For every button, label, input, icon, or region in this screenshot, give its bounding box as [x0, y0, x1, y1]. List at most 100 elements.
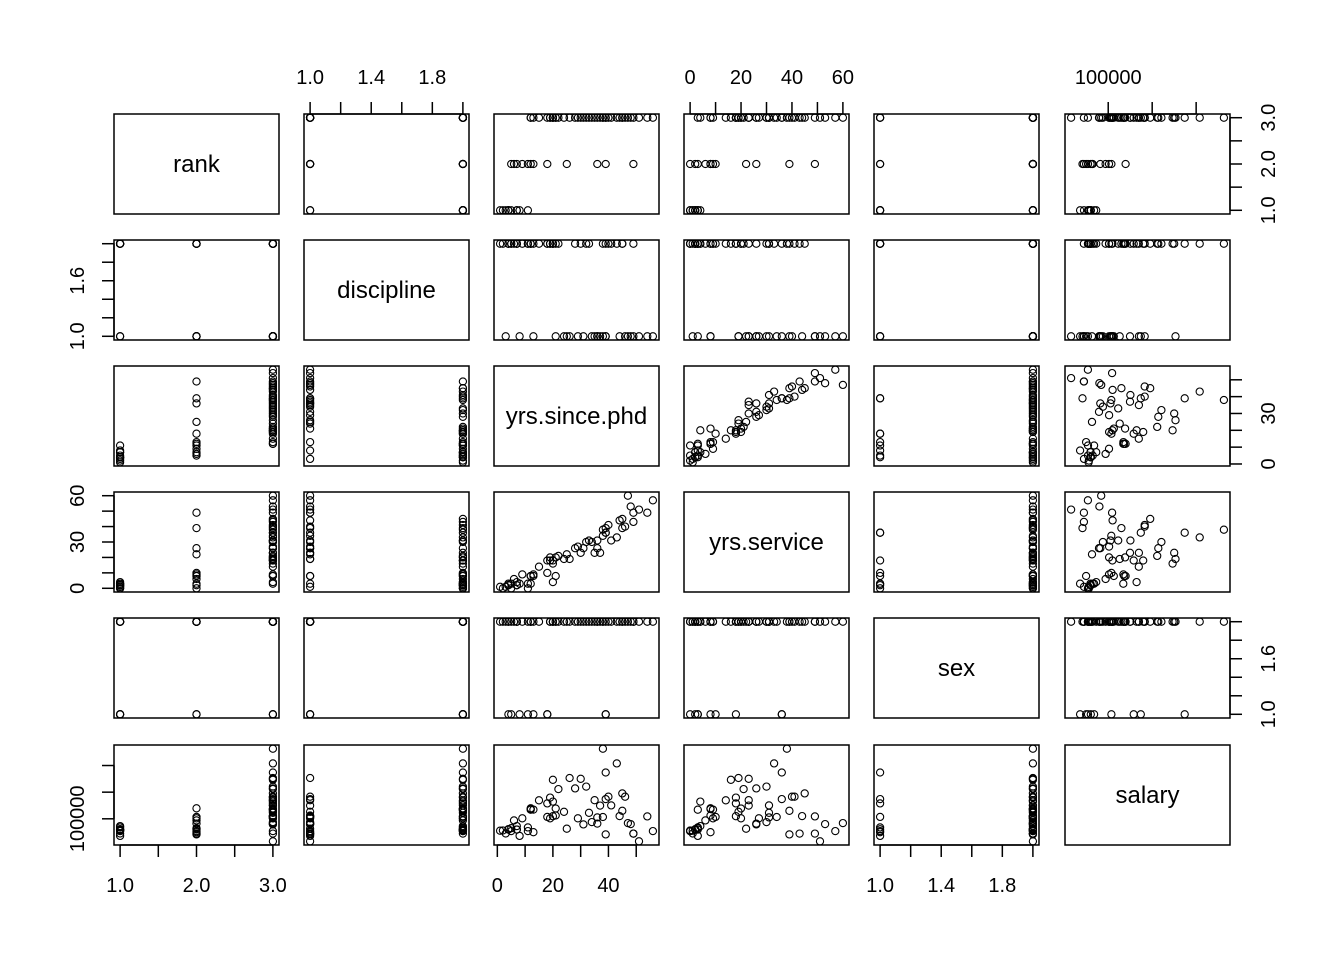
data-point [648, 826, 658, 836]
data-point [115, 239, 125, 248]
panel-border [1064, 365, 1231, 467]
data-point [515, 332, 524, 341]
panel-salary-vs-yrs.since.phd [493, 744, 660, 846]
panel-salary-vs-yrs.service [683, 744, 850, 846]
data-point [1129, 556, 1138, 565]
tick-label: 1.8 [418, 67, 446, 89]
panel-border [303, 113, 470, 215]
data-point [711, 710, 720, 719]
data-point [1066, 617, 1076, 626]
panel-border [303, 617, 470, 719]
panel-yrs.service-vs-discipline [303, 491, 470, 593]
data-point [1096, 159, 1105, 169]
data-point [1107, 368, 1117, 378]
data-point [875, 556, 885, 565]
tick-label: 20 [730, 67, 752, 89]
panel-border [683, 365, 850, 467]
tick-label: 40 [781, 67, 803, 89]
data-point [693, 805, 702, 814]
panel-discipline-vs-salary [1064, 239, 1231, 341]
data-point [192, 710, 201, 719]
data-point [706, 332, 715, 341]
variable-label-yrs.since.phd: yrs.since.phd [506, 403, 647, 430]
data-point [305, 710, 315, 719]
panel-border [303, 491, 470, 593]
data-point [565, 773, 574, 783]
data-point [305, 424, 315, 433]
axis-left-yrs.service: 0 30 60 [67, 485, 115, 594]
data-point [1066, 332, 1076, 341]
data-point [1180, 239, 1189, 248]
data-point [1097, 380, 1106, 390]
tick-label: 1.0 [106, 875, 134, 897]
data-point [305, 571, 315, 581]
data-point [268, 239, 278, 248]
data-point [593, 159, 602, 169]
data-point [810, 332, 820, 341]
data-point [458, 159, 468, 169]
data-point [820, 819, 830, 829]
data-point [721, 113, 730, 122]
tick-label: 1.0 [1258, 700, 1280, 728]
data-point [769, 759, 779, 768]
data-point [800, 789, 809, 798]
data-point [1101, 449, 1110, 459]
panel-border [873, 239, 1040, 341]
data-point [1219, 395, 1229, 405]
data-point [772, 812, 781, 822]
data-point [305, 113, 315, 122]
panel-sex-vs-rank [113, 617, 280, 719]
data-point [192, 239, 201, 248]
data-point [1180, 113, 1189, 122]
data-point [648, 496, 658, 505]
data-point [518, 570, 527, 579]
data-point [1028, 113, 1038, 122]
variable-label-sex: sex [938, 655, 975, 682]
data-point [741, 159, 751, 169]
data-point [1146, 239, 1155, 248]
tick-label: 30 [1258, 402, 1280, 424]
data-point [838, 113, 848, 122]
data-point [573, 814, 583, 823]
tick-label: 1.6 [1258, 645, 1280, 673]
tick-label: 100000 [67, 785, 89, 852]
data-point [810, 368, 820, 378]
data-point [769, 387, 779, 396]
axis-left-discipline: 1.0 1.6 [67, 242, 115, 350]
data-point [629, 159, 638, 169]
axis-bottom-rank: 1.0 2.0 3.0 [106, 844, 287, 897]
data-point [1171, 416, 1180, 425]
tick-label: 1.0 [296, 67, 324, 89]
data-point [785, 159, 794, 169]
data-point [629, 517, 638, 527]
data-point [810, 159, 820, 169]
data-point [1154, 412, 1163, 421]
data-point [1114, 404, 1123, 413]
data-point [268, 744, 278, 753]
data-point [739, 784, 748, 794]
data-point [268, 617, 278, 626]
data-point [573, 332, 583, 341]
data-point [744, 796, 753, 805]
panel-yrs.since.phd-vs-yrs.since.phd: yrs.since.phd [493, 365, 660, 467]
panel-yrs.service-vs-sex [873, 491, 1040, 593]
panel-discipline-vs-sex [873, 239, 1040, 341]
data-point [458, 710, 468, 719]
data-point [875, 794, 885, 804]
panel-salary-vs-discipline [303, 744, 470, 846]
data-point [782, 744, 792, 753]
data-point [192, 804, 201, 813]
data-point [1104, 444, 1114, 453]
tick-label: 0 [1258, 458, 1280, 469]
data-point [305, 437, 315, 447]
data-point [523, 710, 533, 719]
data-point [1028, 837, 1038, 846]
data-point [1195, 533, 1204, 542]
data-point [551, 804, 560, 813]
panel-yrs.service-vs-salary [1064, 491, 1231, 593]
panel-border [113, 617, 280, 719]
data-point [764, 404, 774, 413]
data-point [875, 429, 885, 438]
data-point [1108, 385, 1117, 395]
data-point [1129, 710, 1138, 719]
